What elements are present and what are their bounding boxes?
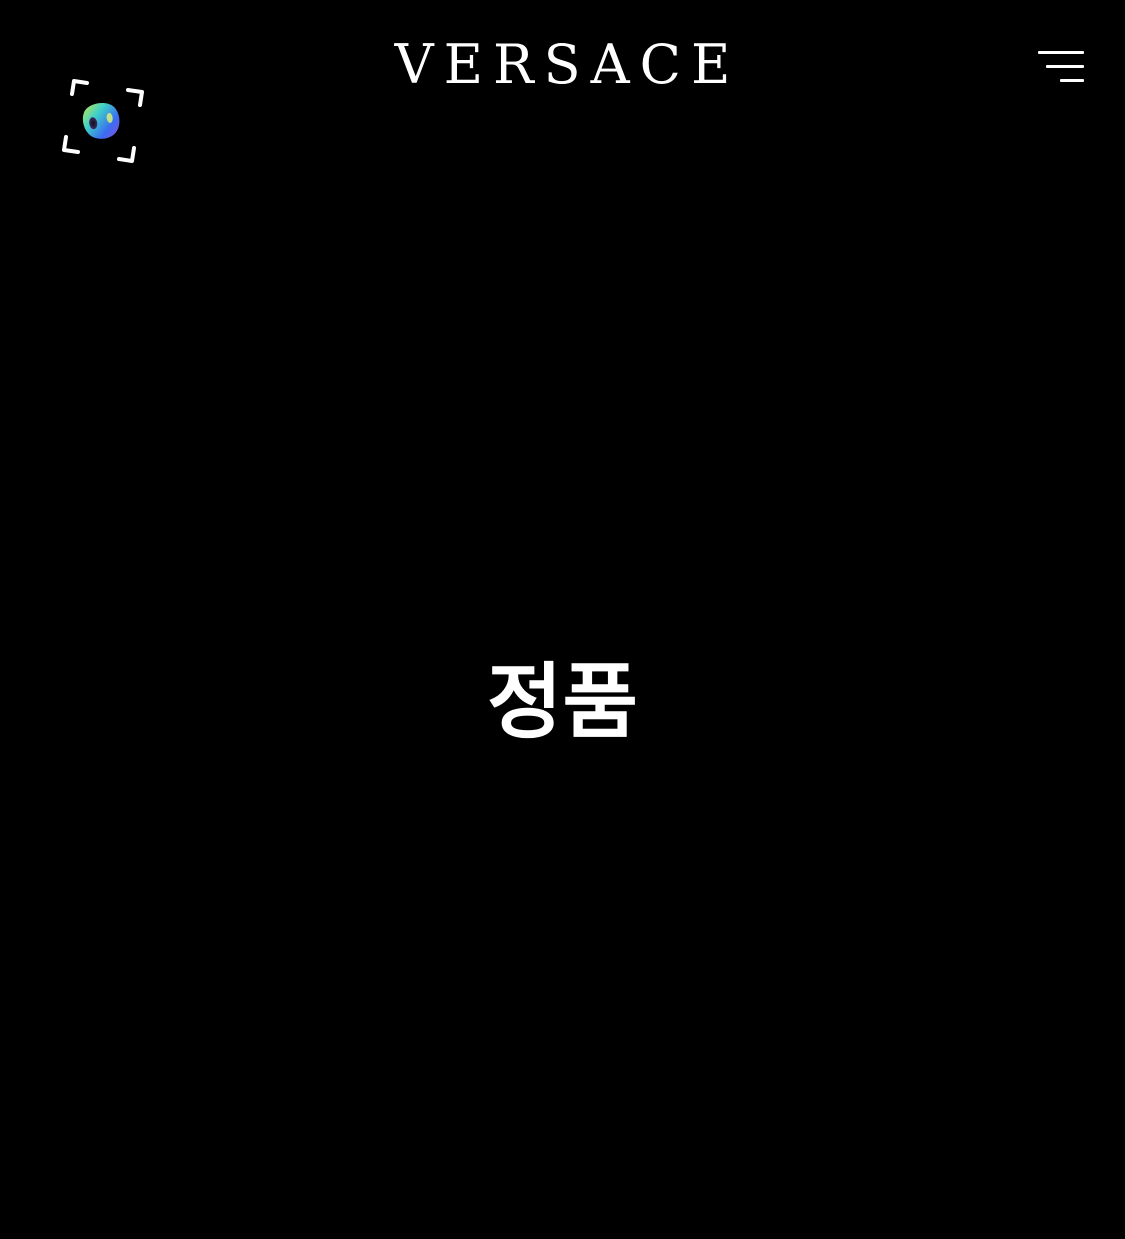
page-title: 정품	[487, 655, 638, 750]
menu-button[interactable]	[1030, 44, 1090, 88]
brand-logo[interactable]: VERSACE	[0, 32, 1125, 98]
top-header: VERSACE	[0, 0, 1125, 190]
